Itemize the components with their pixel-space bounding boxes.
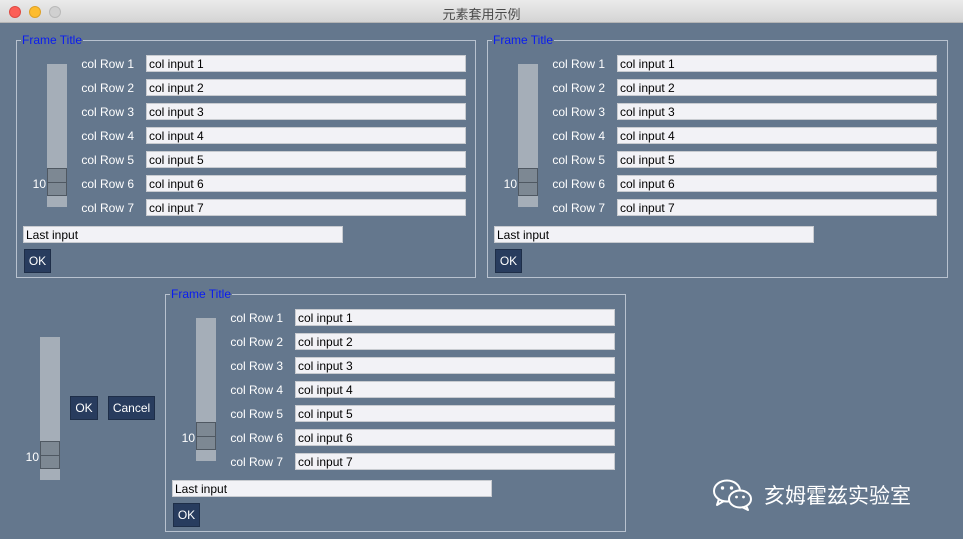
frame-title: Frame Title bbox=[492, 33, 555, 48]
slider-handle[interactable] bbox=[518, 168, 538, 196]
row-label-4: col Row 4 bbox=[230, 383, 283, 397]
window-title: 元素套用示例 bbox=[442, 8, 521, 23]
row-label-2: col Row 2 bbox=[230, 335, 283, 349]
row-label-2: col Row 2 bbox=[81, 81, 134, 95]
outer-vertical-slider[interactable] bbox=[40, 337, 60, 480]
row-input-1[interactable] bbox=[617, 55, 937, 72]
row-input-6[interactable] bbox=[295, 429, 615, 446]
row-label-2: col Row 2 bbox=[552, 81, 605, 95]
vertical-slider[interactable] bbox=[47, 64, 67, 207]
row-label-6: col Row 6 bbox=[230, 431, 283, 445]
row-label-3: col Row 3 bbox=[552, 105, 605, 119]
window-titlebar: 元素套用示例 bbox=[0, 0, 963, 23]
row-label-1: col Row 1 bbox=[552, 57, 605, 71]
row-input-5[interactable] bbox=[617, 151, 937, 168]
frame-title: Frame Title bbox=[21, 33, 84, 48]
vertical-slider[interactable] bbox=[518, 64, 538, 207]
row-label-4: col Row 4 bbox=[552, 129, 605, 143]
row-label-5: col Row 5 bbox=[230, 407, 283, 421]
watermark: 亥姆霍兹实验室 bbox=[712, 478, 911, 512]
row-input-6[interactable] bbox=[617, 175, 937, 192]
row-input-2[interactable] bbox=[617, 79, 937, 96]
outer-cancel-button[interactable]: Cancel bbox=[108, 396, 155, 420]
row-input-1[interactable] bbox=[146, 55, 466, 72]
ok-button[interactable]: OK bbox=[173, 503, 200, 527]
frame-top-left: Frame Title 10 col Row 1 col Row 2 col R… bbox=[16, 33, 476, 278]
row-label-1: col Row 1 bbox=[230, 311, 283, 325]
wechat-icon bbox=[713, 479, 752, 511]
row-label-5: col Row 5 bbox=[81, 153, 134, 167]
row-input-3[interactable] bbox=[295, 357, 615, 374]
row-label-3: col Row 3 bbox=[230, 359, 283, 373]
row-input-3[interactable] bbox=[146, 103, 466, 120]
outer-slider-handle[interactable] bbox=[40, 441, 60, 469]
vertical-slider[interactable] bbox=[196, 318, 216, 461]
slider-value: 10 bbox=[503, 177, 517, 191]
ok-button[interactable]: OK bbox=[495, 249, 522, 273]
row-label-6: col Row 6 bbox=[81, 177, 134, 191]
row-label-6: col Row 6 bbox=[552, 177, 605, 191]
row-input-7[interactable] bbox=[146, 199, 466, 216]
row-label-5: col Row 5 bbox=[552, 153, 605, 167]
row-input-4[interactable] bbox=[146, 127, 466, 144]
outer-slider-value: 10 bbox=[25, 450, 39, 464]
last-input[interactable] bbox=[494, 226, 814, 243]
row-input-1[interactable] bbox=[295, 309, 615, 326]
row-input-4[interactable] bbox=[617, 127, 937, 144]
watermark-text: 亥姆霍兹实验室 bbox=[764, 484, 911, 508]
frame-title: Frame Title bbox=[170, 287, 233, 302]
row-input-6[interactable] bbox=[146, 175, 466, 192]
row-input-7[interactable] bbox=[295, 453, 615, 470]
row-label-7: col Row 7 bbox=[230, 455, 283, 469]
row-input-5[interactable] bbox=[146, 151, 466, 168]
row-input-2[interactable] bbox=[146, 79, 466, 96]
row-label-7: col Row 7 bbox=[81, 201, 134, 215]
row-input-4[interactable] bbox=[295, 381, 615, 398]
frame-top-right: Frame Title 10 col Row 1 col Row 2 col R… bbox=[487, 33, 948, 278]
slider-value: 10 bbox=[32, 177, 46, 191]
slider-handle[interactable] bbox=[196, 422, 216, 450]
row-input-3[interactable] bbox=[617, 103, 937, 120]
row-label-7: col Row 7 bbox=[552, 201, 605, 215]
outer-ok-button[interactable]: OK bbox=[70, 396, 98, 420]
row-input-7[interactable] bbox=[617, 199, 937, 216]
slider-value: 10 bbox=[181, 431, 195, 445]
row-input-2[interactable] bbox=[295, 333, 615, 350]
slider-handle[interactable] bbox=[47, 168, 67, 196]
row-label-1: col Row 1 bbox=[81, 57, 134, 71]
ok-button[interactable]: OK bbox=[24, 249, 51, 273]
row-input-5[interactable] bbox=[295, 405, 615, 422]
last-input[interactable] bbox=[172, 480, 492, 497]
frame-bottom: Frame Title 10 col Row 1 col Row 2 col R… bbox=[165, 287, 626, 532]
last-input[interactable] bbox=[23, 226, 343, 243]
row-label-4: col Row 4 bbox=[81, 129, 134, 143]
row-label-3: col Row 3 bbox=[81, 105, 134, 119]
